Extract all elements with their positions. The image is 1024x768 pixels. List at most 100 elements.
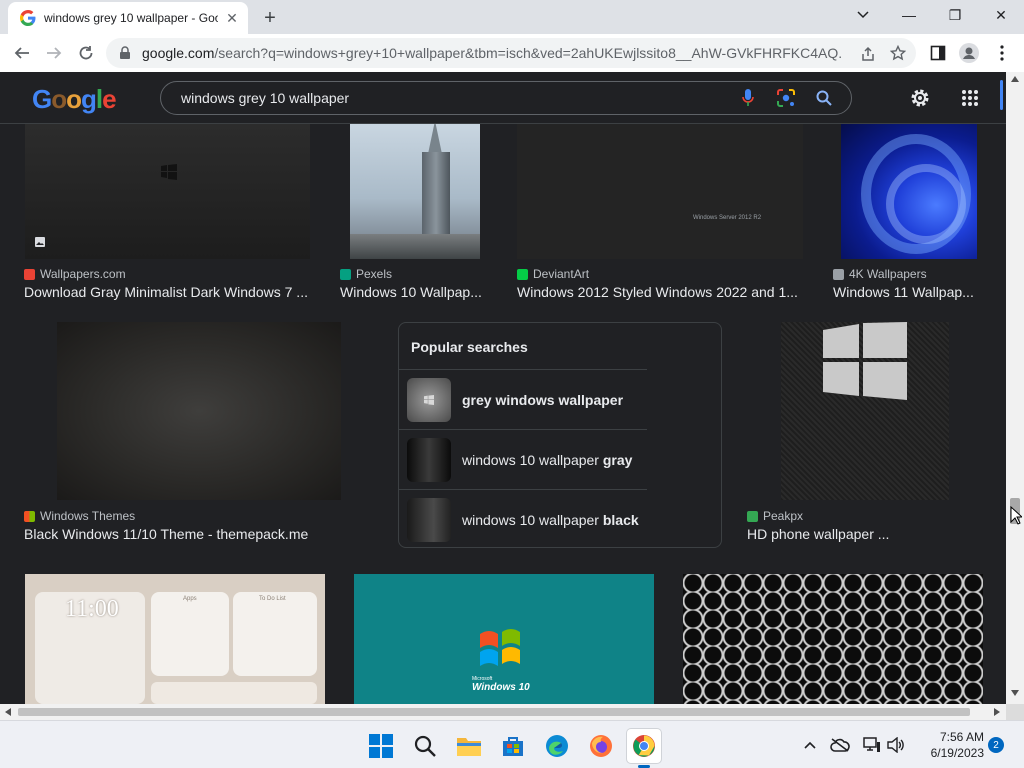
back-button[interactable]	[8, 39, 36, 67]
image-results: Windows Server 2012 R2 Wallpapers.com Do…	[0, 124, 1006, 704]
notification-badge[interactable]: 2	[988, 737, 1004, 753]
result-image-6[interactable]	[781, 322, 949, 500]
search-input[interactable]: windows grey 10 wallpaper	[181, 90, 737, 106]
chrome-icon[interactable]	[627, 729, 661, 763]
edge-icon[interactable]	[540, 729, 574, 763]
share-icon[interactable]	[860, 46, 876, 62]
bookmark-star-icon[interactable]	[890, 45, 906, 61]
google-logo[interactable]: Google	[32, 84, 117, 115]
clock-date: 6/19/2023	[930, 746, 984, 760]
result-caption-3[interactable]: Windows 2012 Styled Windows 2022 and 1..…	[517, 284, 807, 300]
result-image-9[interactable]	[683, 574, 983, 704]
taskbar-clock[interactable]: 7:56 AM 6/19/2023	[910, 729, 984, 761]
result-image-5[interactable]	[57, 322, 341, 500]
windows-logo-icon	[424, 394, 434, 405]
result-caption-6[interactable]: HD phone wallpaper ...	[747, 526, 947, 542]
tab-strip: windows grey 10 wallpaper - Google Searc…	[0, 0, 1024, 34]
windows-taskbar: 7:56 AM 6/19/2023 2	[0, 720, 1024, 768]
result-source-5[interactable]: Windows Themes	[24, 509, 135, 523]
result-source-1[interactable]: Wallpapers.com	[24, 267, 126, 281]
popular-plain: windows 10 wallpaper	[462, 511, 603, 528]
file-explorer-icon[interactable]	[452, 729, 486, 763]
popular-plain: windows 10 wallpaper	[462, 451, 603, 468]
browser-tab[interactable]: windows grey 10 wallpaper - Google Searc…	[8, 2, 248, 34]
minimize-button[interactable]: —	[886, 0, 932, 30]
result-image-8[interactable]: Microsoft Windows 10	[354, 574, 654, 704]
source-label: DeviantArt	[533, 267, 590, 281]
popular-bold: grey windows wallpaper	[462, 391, 624, 408]
peakpx-favicon-icon	[747, 510, 758, 522]
windows-start-icon[interactable]	[364, 729, 398, 763]
scrollbar-corner	[1006, 704, 1024, 720]
restore-button[interactable]: ❐	[932, 0, 978, 30]
firefox-icon[interactable]	[584, 729, 618, 763]
scroll-up-arrow-icon[interactable]	[1011, 76, 1019, 82]
url-path: /search?q=windows+grey+10+wallpaper&tbm=…	[214, 45, 842, 61]
settings-icon[interactable]	[908, 86, 932, 110]
pexels-favicon-icon	[340, 268, 351, 280]
result-source-6[interactable]: Peakpx	[747, 509, 803, 523]
windows-logo-icon	[823, 322, 907, 400]
result-image-3[interactable]: Windows Server 2012 R2	[517, 124, 803, 259]
scroll-down-arrow-icon[interactable]	[1011, 690, 1019, 696]
mic-icon[interactable]	[737, 87, 759, 109]
popular-search-item[interactable]: windows 10 wallpaper gray	[399, 429, 647, 489]
network-icon[interactable]	[862, 735, 882, 755]
result-image-1[interactable]	[25, 124, 310, 259]
google-favicon-icon	[20, 10, 36, 26]
result-source-3[interactable]: DeviantArt	[517, 267, 589, 281]
chrome-menu-button[interactable]	[988, 39, 1016, 67]
search-box[interactable]: windows grey 10 wallpaper	[160, 81, 852, 115]
tab-close-icon[interactable]: ✕	[224, 10, 240, 26]
popular-search-item[interactable]: windows 10 wallpaper black	[399, 489, 647, 549]
side-panel-button[interactable]	[924, 39, 952, 67]
result-image-2[interactable]	[350, 124, 480, 259]
profile-button[interactable]	[955, 39, 983, 67]
lock-icon[interactable]	[118, 46, 132, 60]
windows-server-thumb-text: Windows Server 2012 R2	[693, 215, 762, 221]
header-scroll-indicator	[1000, 80, 1003, 110]
result-caption-5[interactable]: Black Windows 11/10 Theme - themepack.me	[24, 526, 354, 542]
popular-thumb	[407, 437, 451, 482]
popular-search-item[interactable]: grey windows wallpaper	[399, 369, 647, 429]
4k-wallpapers-favicon-icon	[833, 268, 844, 280]
forward-button[interactable]	[40, 39, 68, 67]
onedrive-offline-icon[interactable]	[830, 735, 850, 755]
popular-searches-panel: Popular searches grey windows wallpaper …	[398, 322, 722, 548]
windows-themes-favicon-icon	[24, 510, 35, 522]
result-image-7[interactable]: 11:00 Apps To Do List	[25, 574, 325, 704]
popular-searches-heading: Popular searches	[411, 339, 528, 355]
reload-icon	[79, 46, 93, 60]
volume-icon[interactable]	[886, 735, 906, 755]
result-caption-1[interactable]: Download Gray Minimalist Dark Windows 7 …	[24, 284, 314, 300]
scroll-left-arrow-icon[interactable]	[5, 708, 11, 716]
browser-toolbar: google.com/search?q=windows+grey+10+wall…	[0, 34, 1024, 72]
google-header: Google windows grey 10 wallpaper	[0, 72, 1006, 124]
store-icon[interactable]	[496, 729, 530, 763]
close-window-button[interactable]: ✕	[978, 0, 1024, 30]
horizontal-scrollbar[interactable]	[0, 704, 1006, 720]
apps-icon[interactable]	[958, 86, 982, 110]
arrow-right-icon	[47, 47, 62, 59]
profile-avatar-icon	[959, 43, 979, 63]
tab-title: windows grey 10 wallpaper - Google Searc…	[44, 11, 218, 25]
show-hidden-icons-button[interactable]	[800, 735, 820, 755]
search-icon[interactable]	[408, 729, 442, 763]
result-image-4[interactable]	[841, 124, 977, 259]
lens-icon[interactable]	[775, 87, 797, 109]
result-source-4[interactable]: 4K Wallpapers	[833, 267, 927, 281]
url-text[interactable]: google.com/search?q=windows+grey+10+wall…	[142, 45, 842, 61]
reload-button[interactable]	[72, 39, 100, 67]
horizontal-scroll-thumb[interactable]	[18, 708, 970, 716]
new-tab-button[interactable]: +	[258, 6, 282, 30]
result-caption-4[interactable]: Windows 11 Wallpap...	[833, 284, 983, 300]
scroll-right-arrow-icon[interactable]	[994, 708, 1000, 716]
address-bar[interactable]: google.com/search?q=windows+grey+10+wall…	[106, 38, 916, 68]
mouse-cursor-icon	[1010, 506, 1022, 525]
search-icon[interactable]	[813, 87, 835, 109]
side-panel-icon	[930, 45, 946, 61]
result-source-2[interactable]: Pexels	[340, 267, 392, 281]
tab-search-button[interactable]	[840, 0, 886, 30]
result-caption-2[interactable]: Windows 10 Wallpap...	[340, 284, 490, 300]
vertical-scrollbar[interactable]	[1006, 72, 1024, 704]
